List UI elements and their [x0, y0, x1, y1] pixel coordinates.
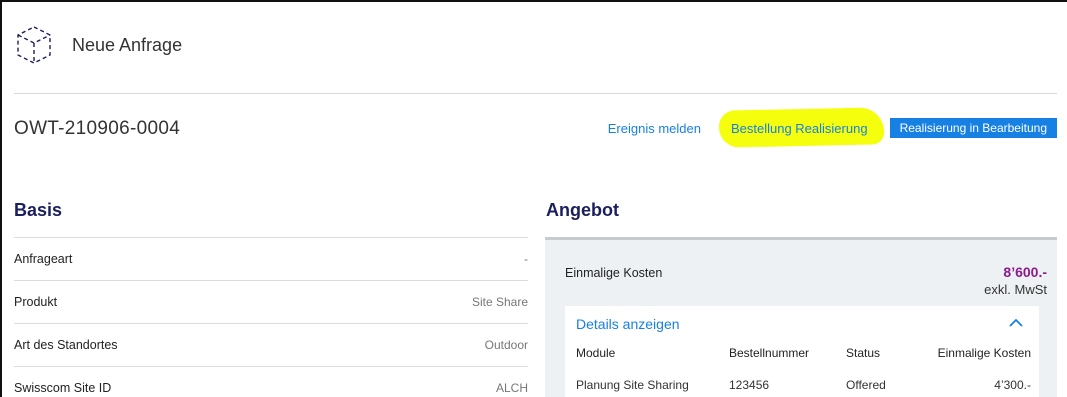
cost-amount-group: 8’600.- exkl. MwSt	[984, 264, 1047, 297]
request-id: OWT-210906-0004	[14, 118, 181, 139]
page-header: Neue Anfrage	[12, 20, 182, 70]
order-realisation-link[interactable]: Bestellung Realisierung	[718, 106, 884, 148]
cost-note: exkl. MwSt	[984, 282, 1047, 297]
table-row: Planung Site Sharing 123456 Offered 4’30…	[576, 378, 1031, 392]
basis-row-anfrageart: Anfrageart -	[14, 237, 528, 280]
col-header-order-number: Bestellnummer	[729, 346, 810, 360]
page-title: Neue Anfrage	[72, 34, 183, 55]
chevron-up-icon[interactable]	[1009, 318, 1023, 328]
col-header-cost: Einmalige Kosten	[937, 346, 1031, 360]
cell-module: Planung Site Sharing	[576, 378, 689, 392]
col-header-status: Status	[846, 346, 881, 360]
angebot-panel: Einmalige Kosten 8’600.- exkl. MwSt Deta…	[545, 237, 1057, 397]
cell-order-number: 123456	[729, 378, 770, 392]
basis-row-value: Site Share	[471, 295, 528, 309]
report-event-link[interactable]: Ereignis melden	[608, 121, 701, 136]
basis-row-label: Anfrageart	[14, 252, 73, 266]
cell-status: Offered	[846, 378, 886, 392]
basis-row-label: Produkt	[14, 295, 58, 309]
table-header: Module Bestellnummer Status Einmalige Ko…	[576, 346, 1031, 360]
basis-list: Anfrageart - Produkt Site Share Art des …	[14, 237, 528, 397]
basis-heading: Basis	[14, 200, 63, 220]
cost-summary: Einmalige Kosten 8’600.- exkl. MwSt	[565, 264, 1047, 297]
cost-amount: 8’600.-	[1003, 264, 1047, 280]
cube-icon	[17, 26, 51, 64]
details-card: Details anzeigen Module Bestellnummer St…	[565, 306, 1039, 397]
col-header-module: Module	[576, 346, 616, 360]
action-bar: Ereignis melden Bestellung Realisierung …	[608, 106, 1057, 148]
cell-cost: 4’300.-	[994, 378, 1031, 392]
basis-row-value: ALCH	[495, 381, 528, 395]
header-divider	[14, 93, 1057, 94]
angebot-heading: Angebot	[546, 200, 619, 220]
status-button[interactable]: Realisierung in Bearbeitung	[889, 118, 1057, 138]
cost-label: Einmalige Kosten	[565, 266, 663, 280]
order-realisation-label: Bestellung Realisierung	[730, 120, 868, 136]
basis-row-site-id: Swisscom Site ID ALCH	[14, 366, 528, 397]
details-toggle-link[interactable]: Details anzeigen	[576, 316, 680, 332]
basis-row-produkt: Produkt Site Share	[14, 280, 528, 323]
basis-row-label: Art des Standortes	[14, 338, 118, 352]
basis-row-standort: Art des Standortes Outdoor	[14, 323, 528, 366]
basis-row-value: -	[524, 252, 528, 266]
basis-row-label: Swisscom Site ID	[14, 381, 112, 395]
basis-row-value: Outdoor	[484, 338, 528, 352]
